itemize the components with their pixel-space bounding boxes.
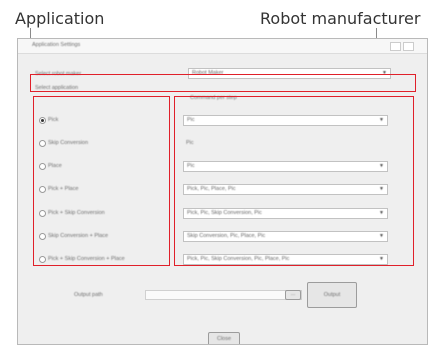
browse-button-label: ...	[290, 291, 296, 297]
output-path-label: Output path	[74, 292, 103, 298]
output-button-label: Output	[323, 292, 341, 298]
callout-application: Application	[15, 9, 105, 28]
application-highlight	[33, 96, 170, 266]
window-minimize-button[interactable]	[390, 42, 401, 51]
window-title: Application Settings	[32, 42, 81, 48]
window-titlebar: Application Settings	[18, 39, 427, 54]
window-close-button[interactable]	[403, 42, 414, 51]
browse-button[interactable]: ...	[285, 290, 301, 300]
close-button-label: Close	[216, 336, 232, 342]
close-button[interactable]: Close	[208, 332, 240, 344]
command-highlight	[174, 96, 414, 266]
output-path-field[interactable]	[145, 290, 302, 300]
callout-robot-manufacturer: Robot manufacturer	[260, 9, 421, 28]
robot-manufacturer-highlight	[30, 74, 416, 92]
output-button[interactable]: Output	[307, 282, 357, 308]
